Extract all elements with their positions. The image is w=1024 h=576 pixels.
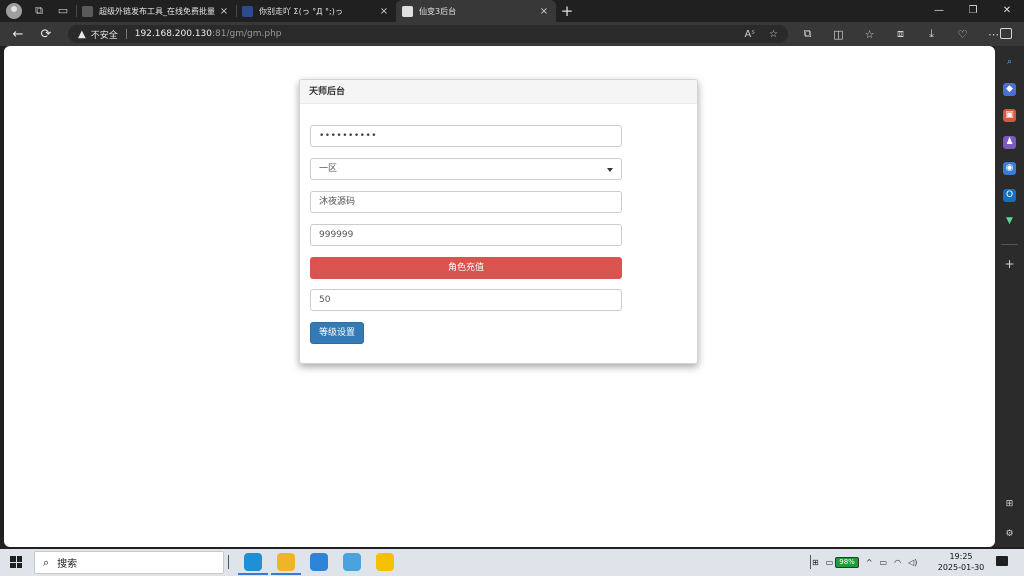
- tab-close-icon[interactable]: ×: [378, 6, 390, 17]
- refresh-button[interactable]: ⟳: [32, 27, 60, 42]
- level-set-button[interactable]: 等级设置: [310, 322, 364, 344]
- taskbar-clock[interactable]: 19:25 2025-01-30: [930, 551, 992, 573]
- file-explorer-icon[interactable]: [271, 553, 301, 575]
- sidebar-screen-icon[interactable]: ⊞: [1003, 498, 1016, 511]
- warning-icon[interactable]: ▲: [78, 29, 86, 40]
- read-aloud-icon[interactable]: Aˢ: [744, 29, 755, 40]
- taskbar-grip-right: [810, 555, 811, 569]
- minimize-button[interactable]: —: [922, 0, 956, 22]
- browser-tab[interactable]: 仙变3后台 ×: [396, 0, 556, 22]
- taskbar-search-box[interactable]: ⌕ 搜索: [34, 551, 224, 574]
- downloads-icon[interactable]: ⤓: [916, 27, 947, 41]
- wifi-icon[interactable]: ◠: [894, 558, 901, 567]
- address-bar-icons: Aˢ ☆: [744, 25, 778, 43]
- tray-overflow-icon[interactable]: ^: [866, 558, 873, 567]
- browser-tab[interactable]: 超级外链发布工具_在线免费批量 ×: [76, 0, 236, 22]
- sidebar-divider: [1001, 244, 1018, 245]
- tab-list: 超级外链发布工具_在线免费批量 × 你别走吖 Σ(っ °Д °;)っ × 仙变3后台 ×: [76, 0, 556, 22]
- taskbar-grip: [228, 555, 229, 569]
- browser-toolbar: ← ⟳ ▲ 不安全 192.168.200.130:81/gm/gm.php A…: [0, 22, 1024, 46]
- taskbar-search-placeholder: 搜索: [57, 559, 78, 570]
- battery-indicator[interactable]: ▭ 98%: [826, 557, 859, 568]
- tab-favicon-icon: [242, 5, 253, 17]
- tab-actions-icon[interactable]: ▭: [56, 4, 70, 18]
- app-window-icon[interactable]: [310, 553, 328, 571]
- restore-button[interactable]: ❐: [956, 0, 990, 22]
- store-icon[interactable]: [343, 553, 361, 571]
- copilot-icon[interactable]: ◉: [1003, 162, 1016, 175]
- volume-icon[interactable]: ◁): [908, 558, 917, 567]
- tab-favicon-icon: [402, 5, 413, 17]
- tabstrip-left: ⧉ ▭: [0, 0, 70, 22]
- battery-plug-icon: ▭: [825, 558, 834, 567]
- split-screen-icon[interactable]: ◫: [823, 28, 854, 41]
- clock-date: 2025-01-30: [937, 563, 985, 572]
- windows-taskbar: ⌕ 搜索 ⊞ ▭ 98% ^ ▭ ◠ ◁) 19:25 2025-01-30: [0, 549, 1024, 576]
- sidebar-settings-icon[interactable]: ⚙: [1003, 528, 1016, 541]
- tag-icon[interactable]: ◆: [1003, 82, 1016, 96]
- sidebar-toggle-icon[interactable]: [1000, 28, 1012, 39]
- tab-close-icon[interactable]: ×: [218, 6, 230, 17]
- close-window-button[interactable]: ✕: [990, 0, 1024, 22]
- edge-icon[interactable]: [238, 553, 268, 575]
- edge-sidebar: ⌕ ◆ ▣ ♟ ◉ O ▼ + ⊞ ⚙: [995, 46, 1024, 547]
- browser-tab[interactable]: 你别走吖 Σ(っ °Д °;)っ ×: [236, 0, 396, 22]
- toolbar-right: ⧉ ◫ ☆ ⧈ ⤓ ♡ ⋯: [792, 22, 1009, 46]
- tab-title: 超级外链发布工具_在线免费批量: [99, 6, 215, 16]
- search-icon[interactable]: ⌕: [1003, 56, 1016, 69]
- favorite-star-icon[interactable]: ☆: [769, 29, 778, 40]
- amount-field[interactable]: 999999: [310, 224, 622, 246]
- address-bar[interactable]: ▲ 不安全 192.168.200.130:81/gm/gm.php Aˢ ☆: [68, 25, 788, 43]
- chevron-down-icon: [607, 168, 613, 172]
- tab-strip: ⧉ ▭ 超级外链发布工具_在线免费批量 × 你别走吖 Σ(っ °Д °;)っ × 仙变3…: [0, 0, 1024, 22]
- admin-panel: 天师后台 •••••••••• 一区 沐夜源码 999999 角色充值 50 等…: [299, 79, 698, 364]
- back-button[interactable]: ←: [4, 27, 32, 42]
- clock-time: 19:25: [949, 552, 973, 561]
- address-divider: [125, 29, 127, 39]
- extensions-icon[interactable]: ⧉: [792, 27, 823, 41]
- level-field[interactable]: 50: [310, 289, 622, 311]
- profile-avatar[interactable]: [6, 3, 22, 19]
- favorites-icon[interactable]: ☆: [854, 28, 885, 41]
- server-select-value: 一区: [319, 164, 338, 174]
- tab-title: 你别走吖 Σ(っ °Д °;)っ: [259, 6, 343, 16]
- system-tray: ⊞ ▭ 98% ^ ▭ ◠ ◁): [812, 549, 917, 576]
- server-select[interactable]: 一区: [310, 158, 622, 180]
- tab-favicon-icon: [82, 5, 93, 17]
- app-yellow-icon[interactable]: [376, 553, 394, 571]
- people-icon[interactable]: ♟: [1003, 135, 1016, 149]
- new-tab-button[interactable]: +: [556, 0, 578, 22]
- workspaces-icon[interactable]: ⧉: [32, 4, 46, 18]
- search-icon: ⌕: [43, 555, 50, 569]
- recharge-button[interactable]: 角色充值: [310, 257, 622, 279]
- password-field[interactable]: ••••••••••: [310, 125, 622, 147]
- tray-input-icon[interactable]: ⊞: [812, 558, 819, 567]
- tab-close-icon[interactable]: ×: [538, 6, 550, 17]
- browser-essentials-icon[interactable]: ♡: [947, 28, 978, 41]
- panel-title: 天师后台: [300, 80, 697, 104]
- toolbox-icon[interactable]: ▣: [1003, 109, 1016, 122]
- url-host: 192.168.200.130: [134, 29, 213, 39]
- tray-device-icon[interactable]: ▭: [880, 558, 888, 567]
- tab-title: 仙变3后台: [419, 6, 457, 16]
- url-path: :81/gm/gm.php: [212, 29, 282, 39]
- drop-icon[interactable]: ▼: [1003, 215, 1016, 228]
- windows-start-icon[interactable]: [10, 556, 22, 568]
- security-label[interactable]: 不安全: [91, 28, 118, 41]
- outlook-icon[interactable]: O: [1003, 188, 1016, 202]
- collections-icon[interactable]: ⧈: [885, 27, 916, 41]
- add-sidebar-app-icon[interactable]: +: [1003, 258, 1016, 271]
- notification-icon[interactable]: [996, 556, 1008, 566]
- window-controls: — ❐ ✕: [922, 0, 1024, 22]
- role-name-field[interactable]: 沐夜源码: [310, 191, 622, 213]
- battery-percent: 98%: [835, 557, 859, 568]
